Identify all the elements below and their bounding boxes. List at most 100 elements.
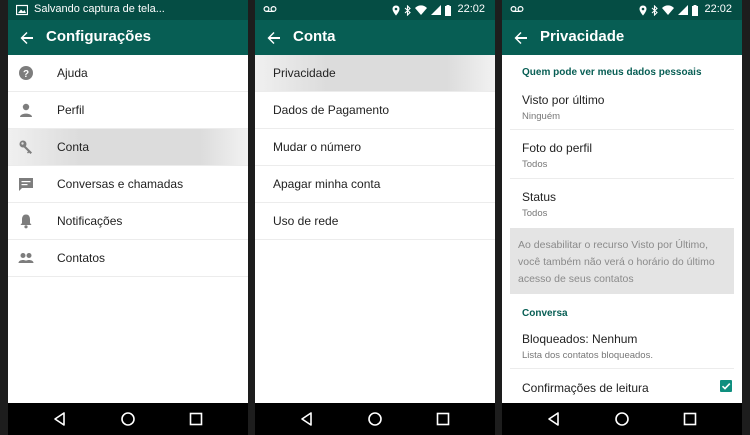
- settings-item-label: Ajuda: [57, 66, 88, 80]
- nav-recents-icon[interactable]: [682, 411, 698, 427]
- navigation-bar: [502, 403, 742, 435]
- bell-icon: [20, 214, 32, 229]
- bluetooth-icon: [651, 4, 658, 16]
- nav-home-icon[interactable]: [367, 411, 383, 427]
- wifi-icon: [662, 5, 674, 15]
- divider: [510, 178, 734, 179]
- privacy-item-last-seen[interactable]: Visto por último Ninguém: [522, 93, 732, 122]
- privacy-item-blocked[interactable]: Bloqueados: Nenhum Lista dos contatos bl…: [522, 332, 732, 361]
- status-bar: Salvando captura de tela...: [8, 0, 248, 20]
- account-item-label: Mudar o número: [273, 140, 362, 154]
- svg-text:?: ?: [23, 69, 29, 80]
- touch-ripple: [8, 129, 248, 165]
- people-icon: [18, 253, 34, 263]
- privacy-item-value: Ninguém: [522, 111, 561, 122]
- settings-item-label: Conta: [57, 140, 90, 154]
- privacy-item-title: Bloqueados: Nenhum: [522, 332, 638, 346]
- settings-item-notificacoes[interactable]: Notificações: [8, 203, 248, 240]
- nav-back-icon[interactable]: [52, 411, 68, 427]
- nav-recents-icon[interactable]: [435, 411, 451, 427]
- account-item-label: Uso de rede: [273, 214, 339, 228]
- settings-item-conversas[interactable]: Conversas e chamadas: [8, 166, 248, 203]
- settings-item-label: Perfil: [57, 103, 85, 117]
- location-icon: [392, 5, 400, 15]
- settings-item-label: Conversas e chamadas: [57, 177, 184, 191]
- privacy-item-status[interactable]: Status Todos: [522, 190, 732, 219]
- page-title: Conta: [293, 28, 336, 45]
- account-item-label: Apagar minha conta: [273, 177, 381, 191]
- settings-item-label: Notificações: [57, 214, 123, 228]
- navigation-bar: [255, 403, 495, 435]
- back-arrow-icon[interactable]: [18, 29, 36, 47]
- settings-item-conta[interactable]: Conta: [8, 129, 248, 166]
- account-item-privacidade[interactable]: Privacidade: [255, 55, 495, 92]
- nav-back-icon[interactable]: [546, 411, 562, 427]
- nav-back-icon[interactable]: [299, 411, 315, 427]
- voicemail-icon: [263, 5, 277, 13]
- screen-configuracoes: Salvando captura de tela... Configuraçõe…: [8, 0, 248, 435]
- toolbar: Conta: [255, 20, 495, 55]
- toolbar: Configurações: [8, 20, 248, 55]
- status-time: 22:02: [704, 3, 732, 15]
- account-item-label: Privacidade: [273, 66, 336, 80]
- battery-icon: [692, 4, 698, 16]
- signal-icon: [431, 5, 441, 15]
- chat-icon: [19, 178, 33, 191]
- privacy-item-read-receipts[interactable]: Confirmações de leitura: [522, 381, 732, 395]
- back-arrow-icon[interactable]: [265, 29, 283, 47]
- account-item-label: Dados de Pagamento: [273, 103, 390, 117]
- settings-item-label: Contatos: [57, 251, 106, 265]
- status-bar: 22:02: [502, 0, 742, 20]
- check-icon: [721, 383, 731, 390]
- privacy-item-title: Status: [522, 190, 557, 204]
- privacy-item-profile-photo[interactable]: Foto do perfil Todos: [522, 141, 732, 170]
- privacy-item-value: Todos: [522, 208, 548, 219]
- status-notification-text: Salvando captura de tela...: [34, 3, 165, 15]
- privacy-item-title: Foto do perfil: [522, 141, 593, 155]
- settings-item-contatos[interactable]: Contatos: [8, 240, 248, 277]
- info-text: Ao desabilitar o recurso Visto por Últim…: [518, 239, 715, 285]
- signal-icon: [678, 5, 688, 15]
- settings-item-perfil[interactable]: Perfil: [8, 92, 248, 129]
- battery-icon: [445, 4, 451, 16]
- image-icon: [16, 4, 28, 16]
- back-arrow-icon[interactable]: [512, 29, 530, 47]
- help-icon: ?: [19, 66, 33, 80]
- nav-home-icon[interactable]: [614, 411, 630, 427]
- section-header-chat: Conversa: [522, 308, 568, 319]
- privacy-item-value: Lista dos contatos bloqueados.: [522, 350, 653, 361]
- nav-home-icon[interactable]: [120, 411, 136, 427]
- account-item-dados-pagamento[interactable]: Dados de Pagamento: [255, 92, 495, 129]
- read-receipts-checkbox[interactable]: [720, 380, 732, 392]
- nav-recents-icon[interactable]: [188, 411, 204, 427]
- privacy-item-title: Visto por último: [522, 93, 605, 107]
- bluetooth-icon: [404, 4, 411, 16]
- wifi-icon: [415, 5, 427, 15]
- account-item-mudar-numero[interactable]: Mudar o número: [255, 129, 495, 166]
- status-time: 22:02: [457, 3, 485, 15]
- status-icons: [392, 4, 451, 16]
- account-item-uso-rede[interactable]: Uso de rede: [255, 203, 495, 240]
- section-header-personal: Quem pode ver meus dados pessoais: [522, 67, 702, 78]
- navigation-bar: [8, 403, 248, 435]
- privacy-item-title: Confirmações de leitura: [522, 381, 649, 395]
- screen-privacidade: 22:02 Privacidade Quem pode ver meus dad…: [502, 0, 742, 435]
- location-icon: [639, 5, 647, 15]
- voicemail-icon: [510, 5, 524, 13]
- person-icon: [20, 103, 32, 117]
- account-item-apagar-conta[interactable]: Apagar minha conta: [255, 166, 495, 203]
- page-title: Privacidade: [540, 28, 625, 45]
- divider: [510, 129, 734, 130]
- settings-list: ? Ajuda Perfil Conta Conversas e chamada…: [8, 55, 248, 277]
- page-title: Configurações: [46, 28, 152, 45]
- status-icons: [639, 4, 698, 16]
- account-list: Privacidade Dados de Pagamento Mudar o n…: [255, 55, 495, 240]
- key-icon: [19, 140, 32, 154]
- privacy-item-value: Todos: [522, 159, 548, 170]
- divider: [510, 368, 734, 369]
- status-bar: 22:02: [255, 0, 495, 20]
- screen-conta: 22:02 Conta Privacidade Dados de Pagamen…: [255, 0, 495, 435]
- last-seen-info-box: Ao desabilitar o recurso Visto por Últim…: [510, 228, 734, 294]
- settings-item-ajuda[interactable]: ? Ajuda: [8, 55, 248, 92]
- toolbar: Privacidade: [502, 20, 742, 55]
